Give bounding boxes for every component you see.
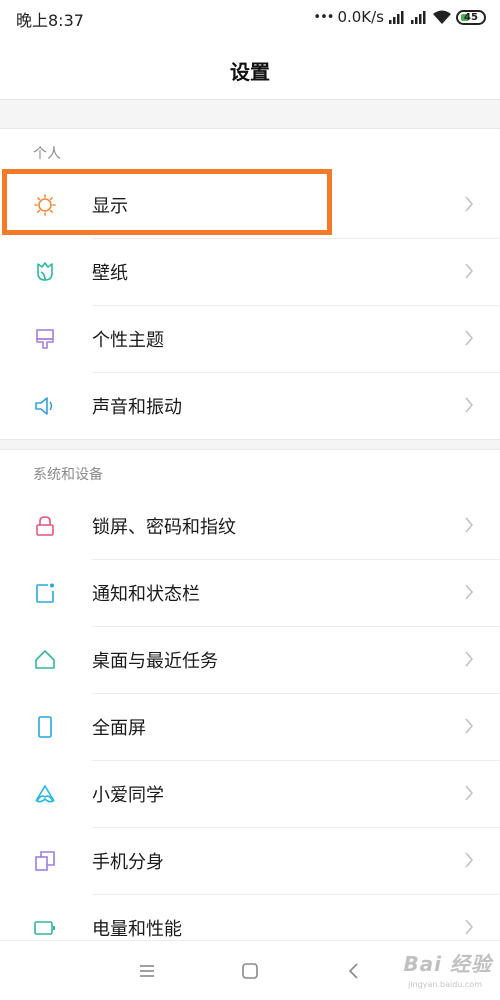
settings-item-label: 小爱同学 bbox=[92, 785, 164, 806]
settings-item-label: 电量和性能 bbox=[92, 919, 182, 940]
chevron-right-icon bbox=[465, 584, 474, 600]
settings-item-label: 显示 bbox=[92, 196, 128, 217]
battery-level: 45 bbox=[464, 11, 478, 23]
battery-icon: 45 bbox=[456, 9, 486, 25]
chevron-right-icon bbox=[465, 397, 474, 413]
settings-item-display[interactable]: 显示 bbox=[0, 171, 500, 238]
network-speed: 0.0K/s bbox=[337, 8, 384, 26]
chevron-right-icon bbox=[465, 785, 474, 801]
settings-item-label: 桌面与最近任务 bbox=[92, 651, 218, 672]
settings-item-label: 锁屏、密码和指纹 bbox=[92, 517, 236, 538]
settings-item-lockscreen[interactable]: 锁屏、密码和指纹 bbox=[0, 492, 500, 559]
tulip-icon bbox=[37, 262, 53, 281]
chevron-right-icon bbox=[465, 196, 474, 212]
wifi-icon bbox=[433, 10, 451, 24]
watermark-logo: Bai 经验 bbox=[403, 952, 492, 976]
settings-item-wallpaper[interactable]: 壁纸 bbox=[0, 238, 500, 305]
settings-item-label: 声音和振动 bbox=[92, 397, 182, 418]
signal-icon-2 bbox=[411, 11, 426, 24]
status-time: 晚上8:37 bbox=[16, 11, 84, 30]
settings-item-theme[interactable]: 个性主题 bbox=[0, 305, 500, 372]
speaker-icon bbox=[35, 397, 53, 415]
home-icon bbox=[35, 650, 55, 669]
back-icon[interactable] bbox=[344, 961, 364, 981]
chevron-right-icon bbox=[465, 919, 474, 935]
chevron-right-icon bbox=[465, 330, 474, 346]
lock-icon bbox=[36, 516, 54, 536]
settings-item-notifications[interactable]: 通知和状态栏 bbox=[0, 559, 500, 626]
menu-icon[interactable] bbox=[137, 961, 157, 981]
status-bar: 晚上8:37 ••• 0.0K/s 45 bbox=[0, 0, 500, 34]
brightness-icon bbox=[34, 194, 56, 216]
settings-item-desktop[interactable]: 桌面与最近任务 bbox=[0, 626, 500, 693]
home-square-icon[interactable] bbox=[240, 961, 260, 981]
settings-item-label: 壁纸 bbox=[92, 263, 128, 284]
xiaoai-icon bbox=[35, 785, 55, 803]
clone-icon bbox=[35, 851, 55, 871]
section-system: 系统和设备 锁屏、密码和指纹 通知和状态栏 桌面与最近任务 全面屏 小爱同学 手… bbox=[0, 449, 500, 961]
settings-item-dual-apps[interactable]: 手机分身 bbox=[0, 827, 500, 894]
settings-item-label: 个性主题 bbox=[92, 330, 164, 351]
title-bar: 设置 bbox=[0, 34, 500, 100]
settings-item-xiaoai[interactable]: 小爱同学 bbox=[0, 760, 500, 827]
phone-icon bbox=[38, 716, 52, 738]
chevron-right-icon bbox=[465, 263, 474, 279]
settings-item-label: 全面屏 bbox=[92, 718, 146, 739]
status-icons: ••• 0.0K/s 45 bbox=[313, 8, 486, 26]
notification-icon bbox=[36, 583, 54, 603]
brush-icon bbox=[36, 329, 54, 349]
settings-item-label: 通知和状态栏 bbox=[92, 584, 200, 605]
chevron-right-icon bbox=[465, 651, 474, 667]
signal-icon bbox=[389, 11, 404, 24]
watermark-url: jingyan.baidu.com bbox=[408, 980, 482, 989]
battery-perf-icon bbox=[34, 921, 55, 935]
more-dots-icon: ••• bbox=[313, 9, 334, 25]
chevron-right-icon bbox=[465, 852, 474, 868]
page-title: 设置 bbox=[230, 60, 270, 84]
chevron-right-icon bbox=[465, 517, 474, 533]
settings-item-label: 手机分身 bbox=[92, 852, 164, 873]
section-personal: 个人 显示 壁纸 个性主题 声音和振动 bbox=[0, 128, 500, 440]
section-header: 个人 bbox=[33, 146, 61, 162]
section-header: 系统和设备 bbox=[33, 467, 103, 483]
settings-item-fullscreen[interactable]: 全面屏 bbox=[0, 693, 500, 760]
chevron-right-icon bbox=[465, 718, 474, 734]
settings-item-sound[interactable]: 声音和振动 bbox=[0, 372, 500, 439]
